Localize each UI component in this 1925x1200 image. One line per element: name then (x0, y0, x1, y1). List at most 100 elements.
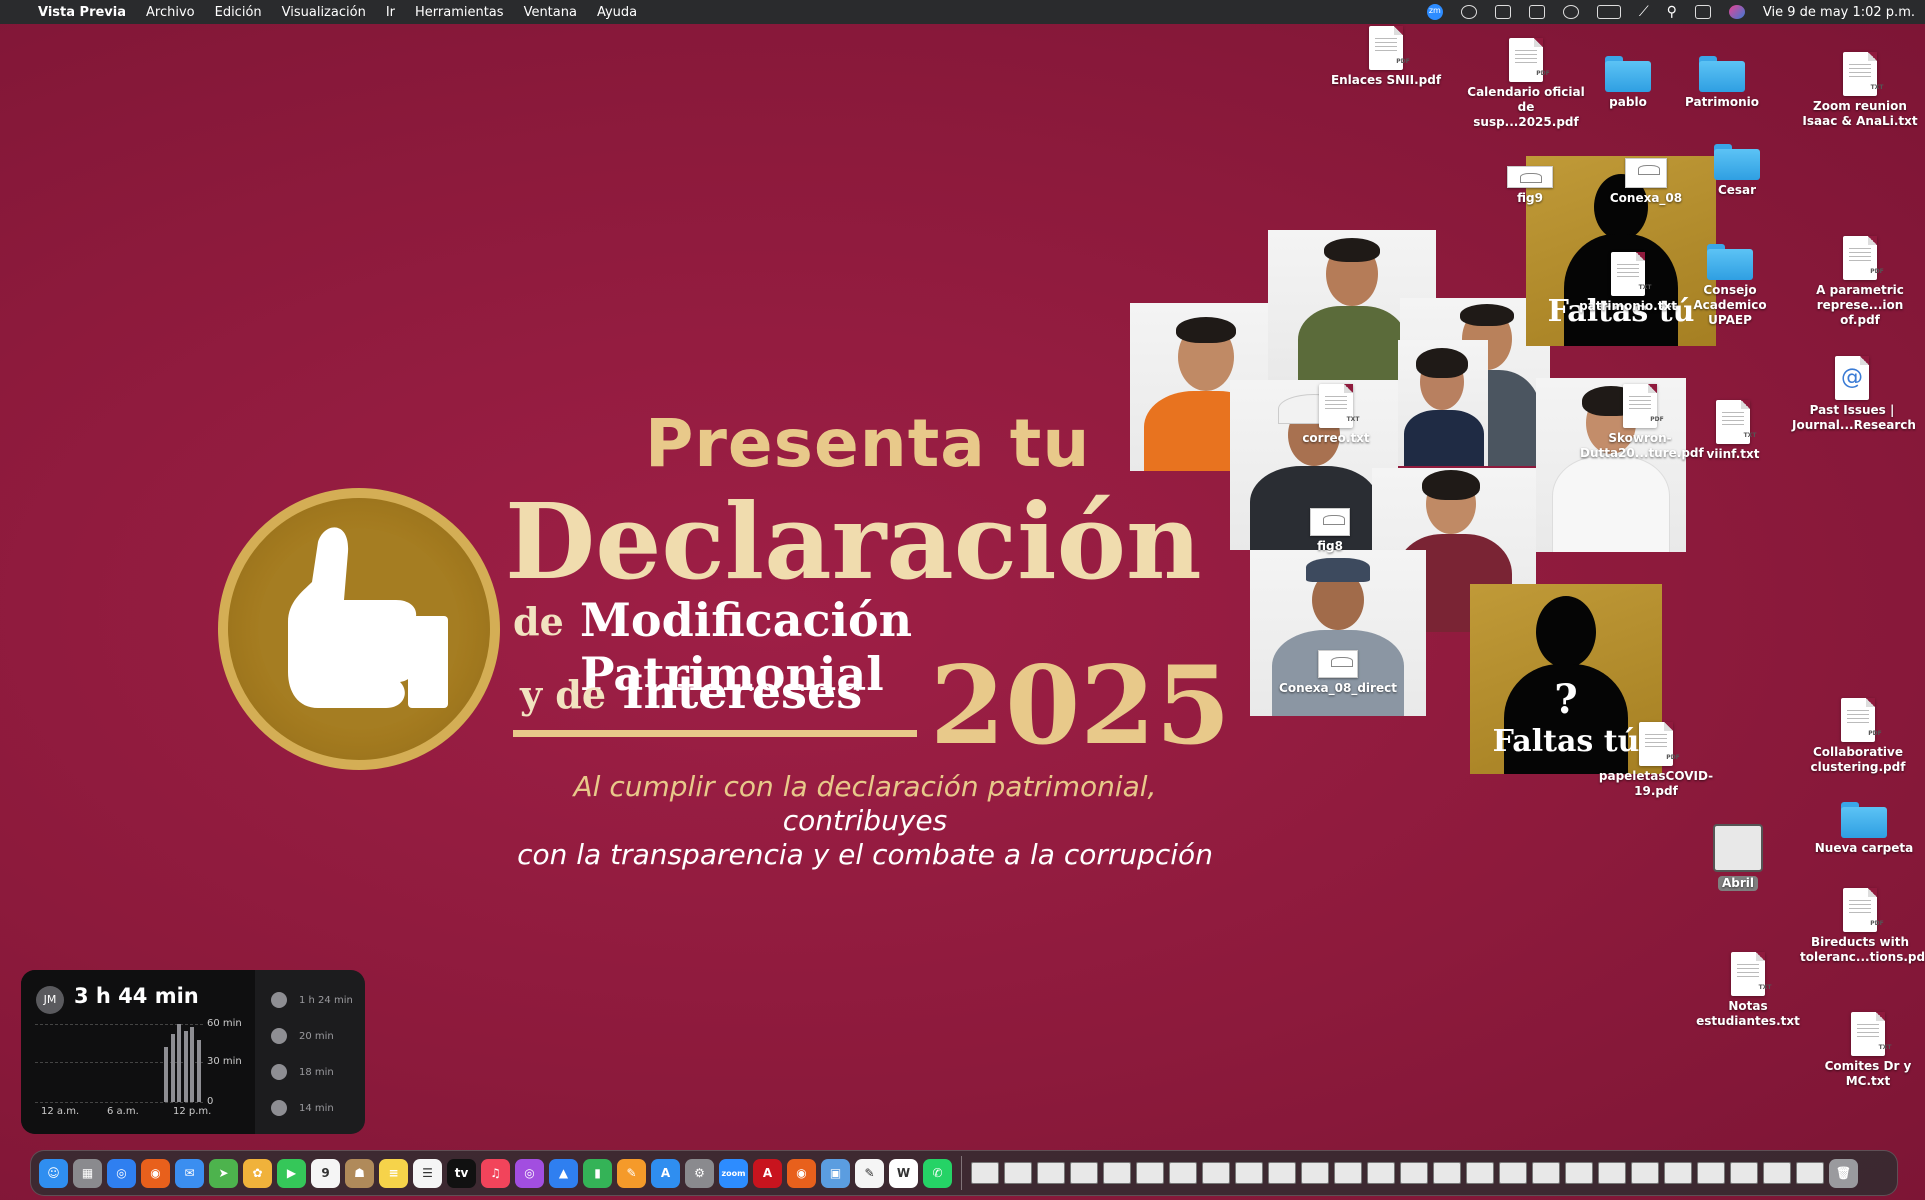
minimized-window-thumbnail[interactable] (1202, 1162, 1230, 1184)
wifi-off-icon[interactable]: ⟋ (1639, 4, 1649, 20)
minimized-window-thumbnail[interactable] (1730, 1162, 1758, 1184)
safari-icon[interactable]: ◎ (107, 1158, 136, 1188)
minimized-window-thumbnail[interactable] (1235, 1162, 1263, 1184)
desktop-icon-file[interactable]: TXT correo.txt (1276, 384, 1396, 446)
desktop-icon-folder[interactable]: Consejo Academico UPAEP (1670, 238, 1790, 328)
search-icon[interactable]: ⚲ (1667, 4, 1677, 20)
menubar-clock[interactable]: Vie 9 de may 1:02 p.m. (1763, 5, 1915, 20)
minimized-window-thumbnail[interactable] (1499, 1162, 1527, 1184)
desktop-icon-file[interactable]: PDF Enlaces SNII.pdf (1326, 26, 1446, 88)
menu-herramientas[interactable]: Herramientas (415, 5, 504, 20)
minimized-window-thumbnail[interactable] (1400, 1162, 1428, 1184)
reader-icon[interactable] (1528, 5, 1545, 19)
desktop-icon-file[interactable]: TXT Notas estudiantes.txt (1688, 952, 1808, 1029)
desktop-icon-file[interactable]: PDF Bireducts with toleranc...tions.pdf (1800, 888, 1925, 965)
desktop-icon-image[interactable]: Conexa_08_direct (1278, 640, 1398, 696)
pdf-file-icon: PDF (1639, 722, 1680, 766)
minimized-window-thumbnail[interactable] (1433, 1162, 1461, 1184)
firefox-icon[interactable]: ◉ (141, 1158, 170, 1188)
menu-archivo[interactable]: Archivo (146, 5, 195, 20)
podcasts-icon[interactable]: ◎ (515, 1158, 544, 1188)
grammarly-icon[interactable] (1460, 5, 1477, 19)
appletv-icon[interactable]: tv (447, 1158, 476, 1188)
launchpad-icon[interactable]: ▦ (73, 1158, 102, 1188)
minimized-window-thumbnail[interactable] (1169, 1162, 1197, 1184)
minimized-window-thumbnail[interactable] (1796, 1162, 1824, 1184)
desktop-icon-label: Nueva carpeta (1814, 841, 1914, 855)
minimized-window-thumbnail[interactable] (1334, 1162, 1362, 1184)
notes-icon[interactable]: ≡ (379, 1158, 408, 1188)
desktop-icon-folder[interactable]: Nueva carpeta (1804, 796, 1924, 856)
finder-icon[interactable]: ☺ (39, 1158, 68, 1188)
maps-icon[interactable]: ➤ (209, 1158, 238, 1188)
menu-visualizacion[interactable]: Visualización (282, 5, 366, 20)
battery-icon[interactable] (1596, 5, 1621, 19)
facetime-icon[interactable]: ▶ (277, 1158, 306, 1188)
desktop-icon-image[interactable]: fig8 (1270, 498, 1390, 554)
app-name-menu[interactable]: Vista Previa (38, 5, 126, 20)
music-icon[interactable]: ♫ (481, 1158, 510, 1188)
mail-icon[interactable]: ✉ (175, 1158, 204, 1188)
acrobat-icon[interactable]: A (753, 1158, 782, 1188)
desktop-icon-file[interactable]: TXT Comites Dr y MC.txt (1808, 1012, 1925, 1089)
minimized-window-thumbnail[interactable] (1070, 1162, 1098, 1184)
minimized-window-thumbnail[interactable] (1004, 1162, 1032, 1184)
trash-icon[interactable]: 🗑 (1829, 1158, 1858, 1188)
desktop-icon-file[interactable]: TXT viinf.txt (1673, 400, 1793, 462)
word-icon[interactable]: W (889, 1158, 918, 1188)
minimized-window-thumbnail[interactable] (1103, 1162, 1131, 1184)
menu-ayuda[interactable]: Ayuda (597, 5, 637, 20)
minimized-window-thumbnail[interactable] (971, 1162, 999, 1184)
contacts-icon[interactable]: ☗ (345, 1158, 374, 1188)
folder-icon (1707, 244, 1753, 280)
minimized-window-thumbnail[interactable] (1763, 1162, 1791, 1184)
control-center-icon[interactable] (1694, 5, 1711, 19)
minimized-window-thumbnail[interactable] (1664, 1162, 1692, 1184)
numbers-icon[interactable]: ▮ (583, 1158, 612, 1188)
desktop-icon-file[interactable]: PDF A parametric represe...ion of.pdf (1800, 236, 1920, 328)
whatsapp-icon[interactable]: ✆ (923, 1158, 952, 1188)
desktop-icon-label: viinf.txt (1706, 447, 1760, 461)
zoom-app-icon[interactable]: zoom (719, 1158, 748, 1188)
system-settings-icon[interactable]: ⚙ (685, 1158, 714, 1188)
screen-time-widget[interactable]: JM 3 h 44 min 60 min 30 min 0 12 a.m. 6 … (21, 970, 365, 1134)
subtitle-text: Al cumplir con la declaración patrimonia… (505, 770, 1225, 872)
reminders-icon[interactable]: ☰ (413, 1158, 442, 1188)
minimized-window-thumbnail[interactable] (1697, 1162, 1725, 1184)
minimized-window-thumbnail[interactable] (1565, 1162, 1593, 1184)
desktop-icon-folder[interactable]: Patrimonio (1662, 50, 1782, 110)
play-icon[interactable] (1562, 5, 1579, 19)
minimized-window-thumbnail[interactable] (1466, 1162, 1494, 1184)
menu-ir[interactable]: Ir (386, 5, 395, 20)
desktop-icon-screenshot[interactable]: Abril (1678, 824, 1798, 891)
minimized-window-thumbnail[interactable] (1367, 1162, 1395, 1184)
preview-icon[interactable]: ▣ (821, 1158, 850, 1188)
textedit-icon[interactable]: ✎ (855, 1158, 884, 1188)
minimized-window-thumbnail[interactable] (1268, 1162, 1296, 1184)
minimized-window-thumbnail[interactable] (1631, 1162, 1659, 1184)
photos-icon[interactable]: ✿ (243, 1158, 272, 1188)
menu-edicion[interactable]: Edición (215, 5, 262, 20)
minimized-window-thumbnail[interactable] (1136, 1162, 1164, 1184)
desktop-icon-file[interactable]: TXT Zoom reunion Isaac & AnaLi.txt (1800, 52, 1920, 129)
desktop-icon-folder[interactable]: Cesar (1677, 138, 1797, 198)
desktop-icon-file[interactable]: PDF papeletasCOVID-19.pdf (1596, 722, 1716, 799)
question-mark: ? (1554, 676, 1578, 723)
minimized-window-thumbnail[interactable] (1598, 1162, 1626, 1184)
desktop-icon-file[interactable]: PDF Collaborative clustering.pdf (1798, 698, 1918, 775)
pdf-file-icon: PDF (1509, 38, 1550, 82)
keynote-icon[interactable]: ▲ (549, 1158, 578, 1188)
sync-icon[interactable] (1494, 5, 1511, 19)
calendar-icon[interactable]: 9 (311, 1158, 340, 1188)
appstore-icon[interactable]: A (651, 1158, 680, 1188)
zoom-icon[interactable]: zm (1426, 4, 1443, 20)
desktop-icon-image[interactable]: fig9 (1470, 156, 1590, 206)
siri-icon[interactable] (1728, 5, 1745, 19)
minimized-window-thumbnail[interactable] (1532, 1162, 1560, 1184)
minimized-window-thumbnail[interactable] (1037, 1162, 1065, 1184)
pages-icon[interactable]: ✎ (617, 1158, 646, 1188)
firefox2-icon[interactable]: ◉ (787, 1158, 816, 1188)
desktop-icon-webloc[interactable]: @ Past Issues | Journal...Research (1792, 356, 1916, 433)
minimized-window-thumbnail[interactable] (1301, 1162, 1329, 1184)
menu-ventana[interactable]: Ventana (524, 5, 577, 20)
